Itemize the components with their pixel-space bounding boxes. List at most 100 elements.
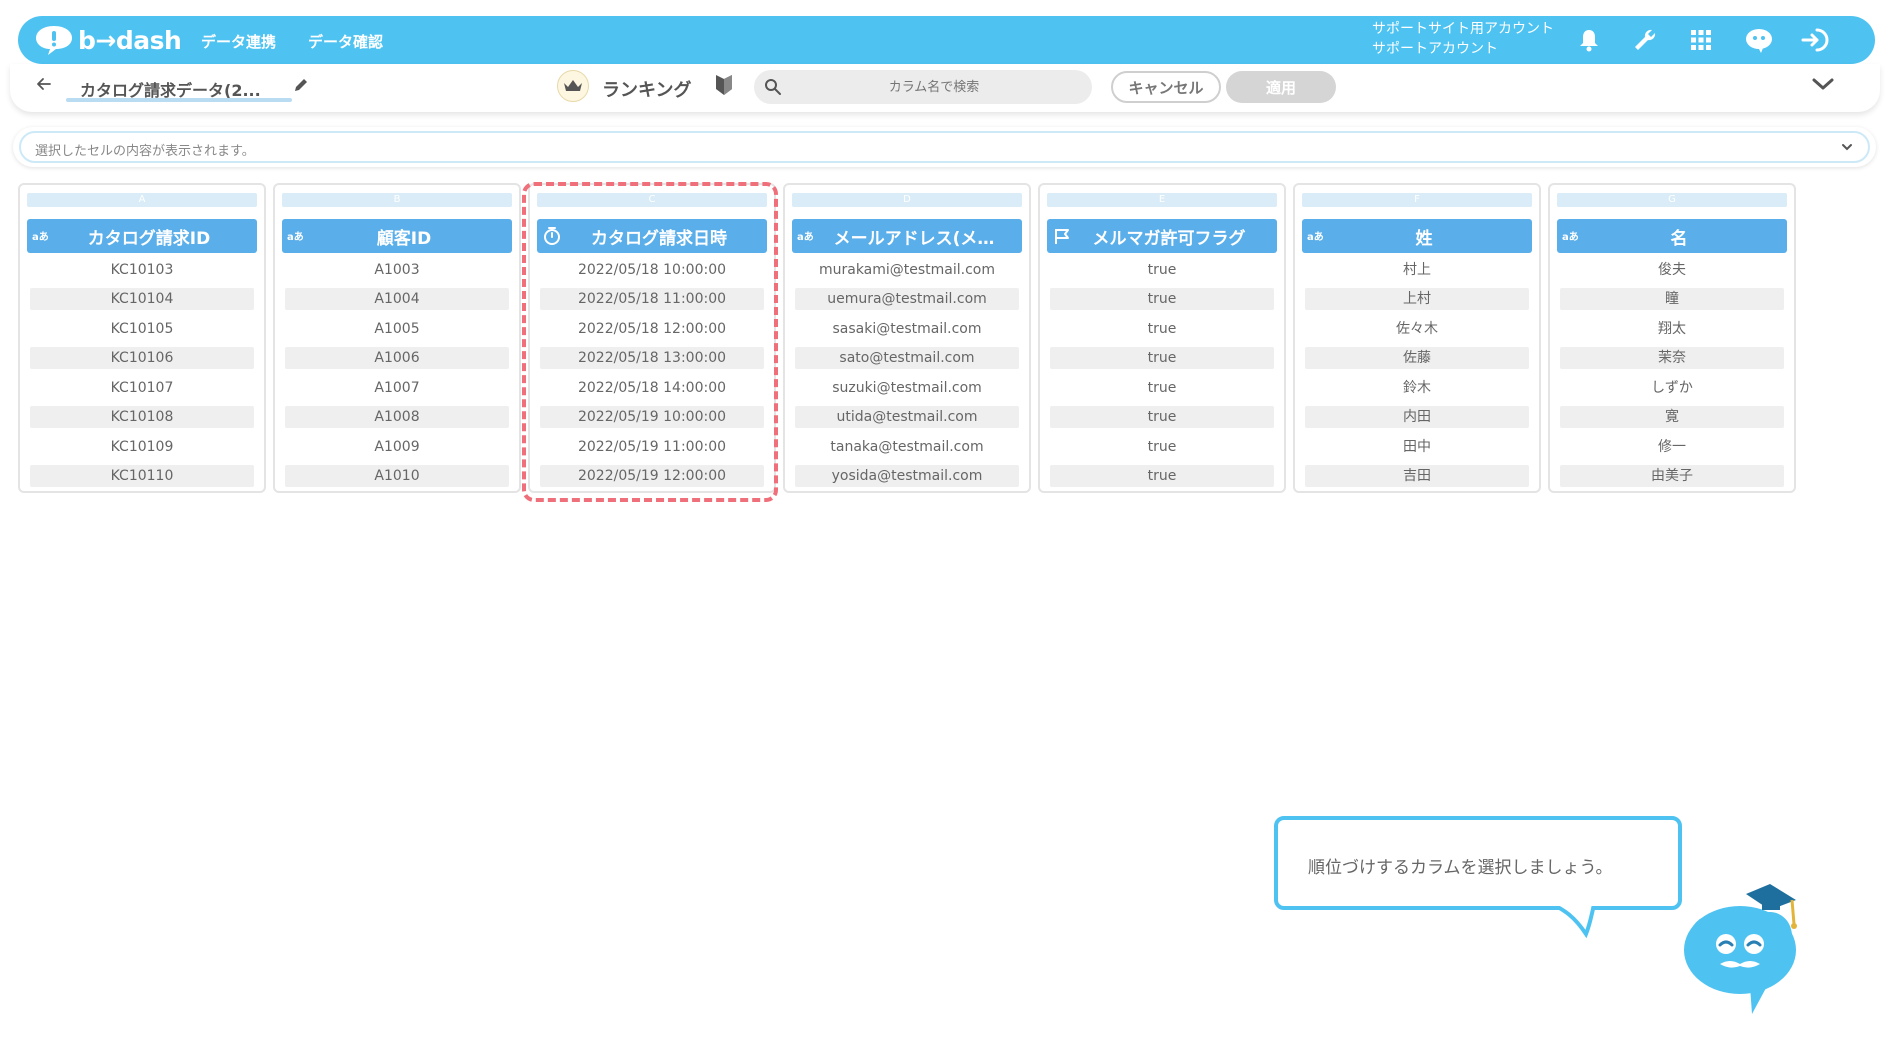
table-cell[interactable]: A1004 (285, 288, 509, 310)
text-type-icon: aあ (287, 232, 304, 243)
table-cell[interactable]: true (1050, 288, 1274, 310)
cancel-button[interactable]: キャンセル (1111, 71, 1221, 103)
table-cell[interactable]: A1006 (285, 347, 509, 369)
guide-speech-bubble: 順位づけするカラムを選択しましょう。 (1274, 816, 1682, 910)
table-cell[interactable]: A1005 (285, 318, 509, 340)
expand-chevron-icon[interactable] (1840, 139, 1854, 158)
search-input[interactable] (794, 70, 1074, 104)
table-cell[interactable]: true (1050, 259, 1274, 281)
column-highlight-frame (522, 182, 778, 502)
table-cell[interactable]: KC10110 (30, 465, 254, 487)
table-cell[interactable]: true (1050, 318, 1274, 340)
table-cell[interactable]: A1008 (285, 406, 509, 428)
nav-data-check[interactable]: データ確認 (308, 31, 383, 52)
cell-content-bar[interactable]: 選択したセルの内容が表示されます。 (13, 127, 1876, 167)
table-cell[interactable]: yosida@testmail.com (795, 465, 1019, 487)
table-cell[interactable]: sasaki@testmail.com (795, 318, 1019, 340)
table-cell[interactable]: 佐々木 (1305, 318, 1529, 340)
table-cell[interactable]: KC10106 (30, 347, 254, 369)
table-cell[interactable]: 修一 (1560, 436, 1784, 458)
beginner-mark-icon[interactable] (715, 73, 733, 101)
table-cell[interactable]: tanaka@testmail.com (795, 436, 1019, 458)
column-header[interactable]: aあ カタログ請求ID (27, 219, 257, 253)
table-cell[interactable]: A1010 (285, 465, 509, 487)
cell-content-placeholder: 選択したセルの内容が表示されます。 (35, 144, 255, 159)
column-card[interactable]: G aあ 名 俊夫 瞳 翔太 茉奈 しずか 寛 修一 由美子 (1548, 183, 1796, 493)
account-info[interactable]: サポートサイト用アカウント サポートアカウント (1372, 19, 1554, 59)
column-card[interactable]: D aあ メールアドレス(メ… murakami@testmail.com ue… (783, 183, 1031, 493)
table-cell[interactable]: true (1050, 406, 1274, 428)
ranking-toolbar: カタログ請求データ(2... ランキング キャンセル 適用 (10, 64, 1880, 112)
bell-icon[interactable] (1574, 25, 1604, 55)
column-header[interactable]: メルマガ許可フラグ (1047, 219, 1277, 253)
apply-button[interactable]: 適用 (1226, 71, 1336, 103)
table-cell[interactable]: 翔太 (1560, 318, 1784, 340)
table-cell[interactable]: 鈴木 (1305, 377, 1529, 399)
table-cell[interactable]: 寛 (1560, 406, 1784, 428)
column-card[interactable]: F aあ 姓 村上 上村 佐々木 佐藤 鈴木 内田 田中 吉田 (1293, 183, 1541, 493)
table-cell[interactable]: A1003 (285, 259, 509, 281)
column-letter: F (1302, 193, 1532, 207)
column-search (754, 70, 1092, 104)
mascot-character-icon (1684, 884, 1797, 1014)
table-cell[interactable]: 村上 (1305, 259, 1529, 281)
table-cell[interactable]: 俊夫 (1560, 259, 1784, 281)
column-header[interactable]: aあ 姓 (1302, 219, 1532, 253)
table-cell[interactable]: murakami@testmail.com (795, 259, 1019, 281)
top-navbar: b→dash データ連携 データ確認 サポートサイト用アカウント サポートアカウ… (18, 16, 1875, 64)
table-cell[interactable]: sato@testmail.com (795, 347, 1019, 369)
pencil-icon[interactable] (293, 77, 309, 97)
flag-type-icon (1055, 229, 1069, 244)
table-cell[interactable]: KC10108 (30, 406, 254, 428)
column-name: メールアドレス(メ… (833, 228, 995, 249)
table-cell[interactable]: 上村 (1305, 288, 1529, 310)
support-mascot-icon[interactable] (1744, 25, 1774, 55)
logout-icon[interactable] (1800, 25, 1830, 55)
column-letter: E (1047, 193, 1277, 207)
table-cell[interactable]: 内田 (1305, 406, 1529, 428)
column-name: 姓 (1415, 228, 1433, 249)
column-letter: G (1557, 193, 1787, 207)
search-icon (764, 78, 782, 100)
column-card[interactable]: A aあ カタログ請求ID KC10103 KC10104 KC10105 KC… (18, 183, 266, 493)
table-cell[interactable]: KC10109 (30, 436, 254, 458)
column-card[interactable]: B aあ 顧客ID A1003 A1004 A1005 A1006 A1007 … (273, 183, 521, 493)
crown-icon (557, 70, 589, 102)
table-cell[interactable]: 吉田 (1305, 465, 1529, 487)
brand-logo[interactable]: b→dash (34, 24, 182, 56)
table-cell[interactable]: しずか (1560, 377, 1784, 399)
table-cell[interactable]: KC10104 (30, 288, 254, 310)
table-cell[interactable]: KC10107 (30, 377, 254, 399)
column-name: メルマガ許可フラグ (1092, 228, 1246, 249)
table-cell[interactable]: true (1050, 465, 1274, 487)
ranking-title: ランキング (602, 80, 692, 101)
column-letter: A (27, 193, 257, 207)
table-cell[interactable]: 由美子 (1560, 465, 1784, 487)
column-header[interactable]: aあ 顧客ID (282, 219, 512, 253)
table-cell[interactable]: suzuki@testmail.com (795, 377, 1019, 399)
table-cell[interactable]: A1007 (285, 377, 509, 399)
column-name: 顧客ID (376, 228, 432, 249)
table-cell[interactable]: KC10103 (30, 259, 254, 281)
table-cell[interactable]: true (1050, 347, 1274, 369)
wrench-icon[interactable] (1630, 25, 1660, 55)
table-cell[interactable]: 茉奈 (1560, 347, 1784, 369)
table-cell[interactable]: KC10105 (30, 318, 254, 340)
nav-data-integration[interactable]: データ連携 (201, 31, 276, 52)
text-type-icon: aあ (32, 232, 49, 243)
table-cell[interactable]: utida@testmail.com (795, 406, 1019, 428)
chevron-down-icon[interactable] (1811, 76, 1835, 96)
table-cell[interactable]: uemura@testmail.com (795, 288, 1019, 310)
table-cell[interactable]: 佐藤 (1305, 347, 1529, 369)
table-cell[interactable]: 田中 (1305, 436, 1529, 458)
table-cell[interactable]: true (1050, 436, 1274, 458)
column-header[interactable]: aあ メールアドレス(メ… (792, 219, 1022, 253)
column-card[interactable]: E メルマガ許可フラグ true true true true true tru… (1038, 183, 1286, 493)
table-cell[interactable]: A1009 (285, 436, 509, 458)
cell-content-frame: 選択したセルの内容が表示されます。 (19, 131, 1870, 163)
apps-grid-icon[interactable] (1686, 25, 1716, 55)
back-arrow-icon[interactable] (36, 76, 52, 97)
table-cell[interactable]: 瞳 (1560, 288, 1784, 310)
column-header[interactable]: aあ 名 (1557, 219, 1787, 253)
table-cell[interactable]: true (1050, 377, 1274, 399)
